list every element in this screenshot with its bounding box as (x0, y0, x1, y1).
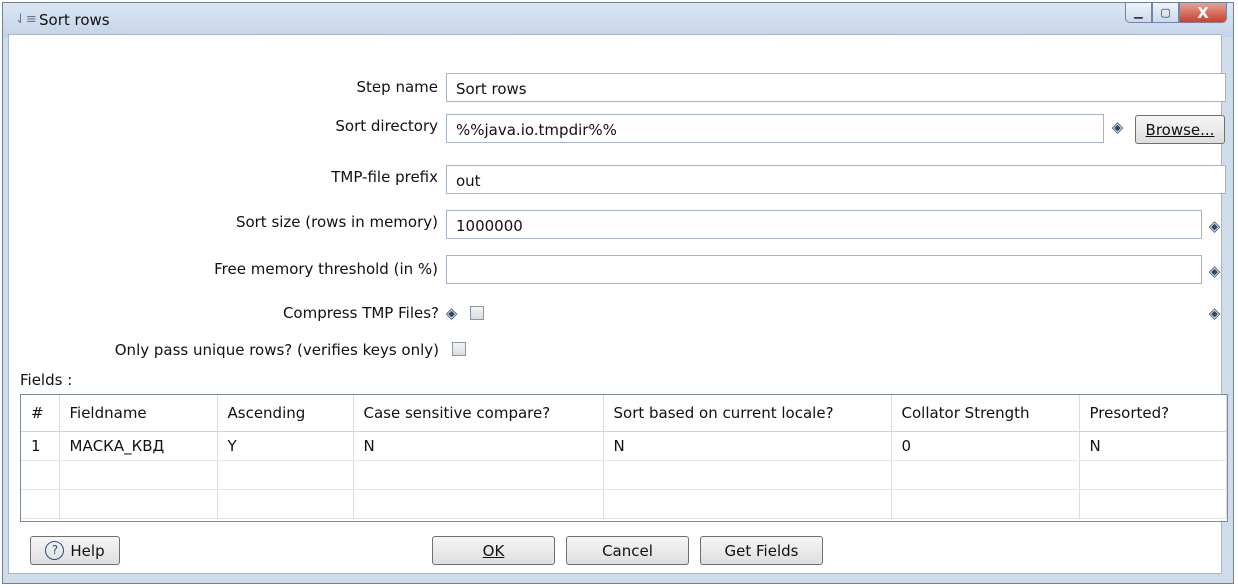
sort-directory-input[interactable]: %%java.io.tmpdir%% (446, 114, 1104, 143)
column-header[interactable]: Presorted? (1079, 395, 1227, 432)
column-header[interactable]: Ascending (217, 395, 354, 432)
sort-icon: ⇃≡ (15, 12, 37, 27)
dollar-diamond-icon[interactable]: ◈ (1207, 264, 1222, 279)
step-name-input[interactable]: Sort rows (446, 73, 1226, 102)
table-cell[interactable] (891, 489, 1080, 519)
table-cell[interactable]: N (1079, 431, 1227, 461)
table-cell[interactable]: МАСКА_КВД (59, 431, 218, 461)
table-cell[interactable] (21, 460, 60, 490)
help-label: Help (70, 541, 105, 560)
cancel-button[interactable]: Cancel (566, 536, 689, 565)
dollar-diamond-icon[interactable]: ◈ (1110, 120, 1125, 135)
maximize-button[interactable]: ▢ (1152, 3, 1179, 23)
table-cell[interactable] (1079, 460, 1227, 490)
table-row[interactable] (21, 489, 1227, 519)
compress-tmp-checkbox[interactable] (470, 306, 484, 320)
sort-size-label: Sort size (rows in memory) (235, 213, 438, 231)
table-cell[interactable] (353, 489, 604, 519)
dollar-diamond-icon[interactable]: ◈ (444, 306, 459, 321)
table-cell[interactable] (603, 489, 892, 519)
table-cell[interactable]: Y (217, 431, 354, 461)
table-cell[interactable] (59, 460, 218, 490)
dollar-diamond-icon[interactable]: ◈ (1207, 306, 1222, 321)
table-cell[interactable] (217, 489, 354, 519)
column-header[interactable]: Fieldname (59, 395, 218, 432)
sort-directory-label: Sort directory (335, 117, 438, 135)
get-fields-button[interactable]: Get Fields (700, 536, 823, 565)
help-button[interactable]: ? Help (30, 536, 120, 565)
column-header[interactable]: Sort based on current locale? (603, 395, 892, 432)
browse-label: Browse... (1145, 120, 1215, 139)
minimize-icon: ▁ (1134, 6, 1143, 19)
compress-tmp-label: Compress TMP Files? (282, 304, 439, 322)
table-cell[interactable]: N (603, 431, 892, 461)
table-cell[interactable] (217, 460, 354, 490)
browse-button[interactable]: Browse... (1135, 115, 1225, 144)
fields-label: Fields : (20, 371, 73, 389)
fields-table[interactable]: # Fieldname Ascending Case sensitive com… (20, 394, 1228, 522)
table-row[interactable]: 1 МАСКА_КВД Y N N 0 N (21, 431, 1227, 461)
column-header[interactable]: Collator Strength (891, 395, 1080, 432)
minimize-button[interactable]: ▁ (1125, 3, 1152, 23)
unique-rows-label: Only pass unique rows? (verifies keys on… (114, 341, 439, 359)
free-memory-input[interactable] (446, 255, 1202, 284)
table-cell[interactable]: N (353, 431, 604, 461)
cancel-label: Cancel (602, 541, 653, 560)
table-cell[interactable] (353, 460, 604, 490)
table-cell[interactable] (891, 460, 1080, 490)
close-button[interactable]: X (1179, 3, 1227, 23)
sort-size-input[interactable]: 1000000 (446, 210, 1202, 239)
close-icon: X (1197, 3, 1209, 22)
table-cell[interactable]: 0 (891, 431, 1080, 461)
title-bar[interactable]: ⇃≡ Sort rows ▁ ▢ X (3, 3, 1233, 37)
dollar-diamond-icon[interactable]: ◈ (1207, 219, 1222, 234)
tmp-prefix-input[interactable]: out (446, 165, 1226, 194)
table-row[interactable] (21, 460, 1227, 490)
table-cell[interactable]: 1 (21, 431, 60, 461)
unique-rows-checkbox[interactable] (452, 342, 466, 356)
table-cell[interactable] (21, 489, 60, 519)
maximize-icon: ▢ (1160, 6, 1171, 19)
column-header[interactable]: # (21, 395, 60, 432)
tmp-prefix-label: TMP-file prefix (331, 168, 438, 186)
free-memory-label: Free memory threshold (in %) (214, 260, 438, 278)
table-cell[interactable] (603, 460, 892, 490)
table-cell[interactable] (1079, 489, 1227, 519)
table-header-row: # Fieldname Ascending Case sensitive com… (21, 395, 1227, 432)
window-title: Sort rows (39, 11, 110, 29)
table-cell[interactable] (59, 489, 218, 519)
ok-label: OK (482, 541, 505, 560)
question-circle-icon: ? (45, 541, 65, 560)
step-name-label: Step name (356, 78, 438, 96)
get-fields-label: Get Fields (724, 541, 799, 560)
column-header[interactable]: Case sensitive compare? (353, 395, 604, 432)
ok-button[interactable]: OK (432, 536, 555, 565)
